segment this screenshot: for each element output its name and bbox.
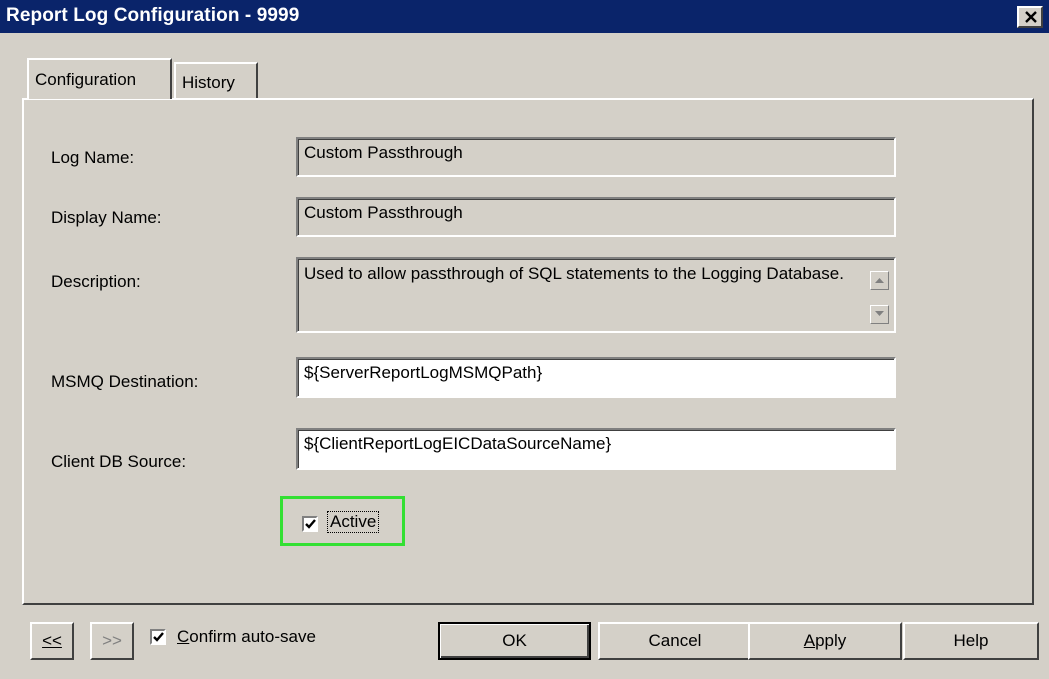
tab-history-label: History — [182, 73, 235, 92]
checkmark-icon — [153, 632, 164, 642]
help-button-label: Help — [953, 631, 989, 650]
apply-button-label: pply — [815, 631, 847, 650]
tab-history[interactable]: History — [174, 62, 258, 98]
window-title: Report Log Configuration - 9999 — [6, 5, 300, 26]
help-button[interactable]: Help — [903, 622, 1039, 660]
previous-button-label: << — [42, 631, 62, 650]
tab-configuration-label: Configuration — [35, 70, 137, 89]
next-button[interactable]: >> — [90, 622, 134, 660]
close-icon — [1025, 11, 1037, 23]
confirm-autosave-mnemonic: C — [177, 627, 190, 646]
confirm-autosave-text: onfirm auto-save — [189, 627, 316, 646]
confirm-autosave-checkbox[interactable] — [150, 629, 166, 645]
apply-mnemonic: A — [803, 631, 816, 650]
close-button[interactable] — [1017, 6, 1043, 28]
ok-button[interactable]: OK — [438, 622, 591, 660]
confirm-autosave-label[interactable]: Confirm auto-save — [177, 627, 316, 647]
previous-button[interactable]: << — [30, 622, 74, 660]
apply-button[interactable]: Apply — [748, 622, 902, 660]
cancel-button[interactable]: Cancel — [598, 622, 752, 660]
tab-configuration[interactable]: Configuration — [27, 58, 172, 99]
title-bar[interactable]: Report Log Configuration - 9999 — [0, 0, 1049, 33]
configuration-panel — [22, 98, 1034, 605]
cancel-button-label: Cancel — [648, 631, 702, 650]
dialog-window: Report Log Configuration - 9999 Configur… — [0, 0, 1049, 679]
ok-button-label: OK — [502, 631, 527, 650]
next-button-label: >> — [102, 631, 122, 650]
